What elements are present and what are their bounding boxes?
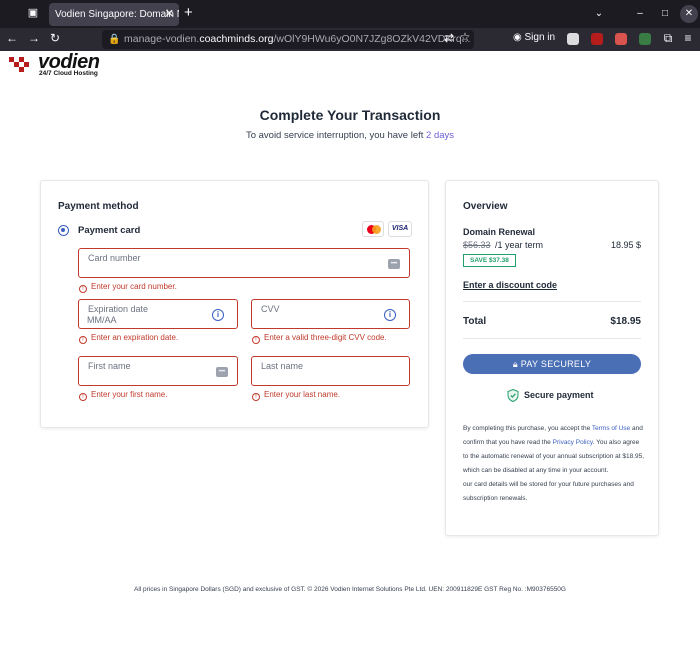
last-name-label: Last name [261,361,304,371]
ublock-icon[interactable] [591,33,603,45]
maximize-icon[interactable]: □ [656,5,674,23]
expiration-label: Expiration date [88,304,149,314]
secure-payment-label: Secure payment [524,390,594,400]
expiration-error: ! Enter an expiration date. [79,333,178,344]
new-tab-icon[interactable]: + [184,4,193,21]
forward-icon[interactable]: → [26,31,42,45]
sign-in-label: Sign in [524,32,556,43]
extension-icon[interactable] [639,33,651,45]
payment-card-label: Payment card [78,225,141,236]
discount-code-link[interactable]: Enter a discount code [463,280,557,290]
error-icon: ! [79,393,87,401]
reload-icon[interactable]: ↻ [47,31,63,45]
info-icon[interactable]: i [384,309,396,321]
extension-badge-icon[interactable] [615,33,627,45]
overview-title: Overview [463,201,508,212]
cvv-error: ! Enter a valid three-digit CVV code. [252,333,387,344]
first-name-label: First name [88,361,131,371]
card-number-field[interactable]: Card number ••• [78,248,410,278]
terms-of-use-link[interactable]: Terms of Use [592,425,630,432]
overview-panel: Overview Domain Renewal $56.33 /1 year t… [445,180,659,536]
mastercard-icon [362,221,384,237]
pay-button-label: PAY SECURELY [520,359,592,369]
page-title: Complete Your Transaction [259,107,441,123]
logo-tagline: 24/7 Cloud Hosting [39,70,98,77]
tab-title: Vodien Singapore: Domain N [55,9,179,20]
card-number-error: ! Enter your card number. [79,282,177,293]
payment-method-title: Payment method [58,201,139,212]
close-window-icon[interactable]: ✕ [680,5,698,23]
url-domain: coachminds.org [199,33,274,45]
url-prefix: manage-vodien. [124,33,200,45]
first-name-field[interactable]: First name ••• [78,356,238,386]
sign-in-button[interactable]: ◉ Sign in [513,32,555,43]
browser-tab[interactable]: Vodien Singapore: Domain N ✕ [49,3,179,26]
lock-icon: 🔒︎ [512,359,518,369]
old-price: $56.33 [463,240,491,250]
shield-check-icon [507,389,519,402]
page-subtitle: To avoid service interruption, you have … [0,130,700,141]
payment-method-panel: Payment method Payment card VISA Card nu… [40,180,429,428]
error-icon: ! [252,336,260,344]
cvv-label: CVV [261,304,280,314]
chevron-down-icon[interactable]: ⌄ [590,5,608,23]
divider [463,301,641,302]
menu-icon[interactable]: ≡ [680,31,696,45]
back-icon[interactable]: ← [4,31,20,45]
error-icon: ! [79,285,87,293]
close-tab-icon[interactable]: ✕ [165,3,174,26]
last-name-error: ! Enter your last name. [252,390,340,401]
days-left: 2 days [426,130,455,141]
info-icon[interactable]: i [212,309,224,321]
extensions-icon[interactable]: ⧉ [660,31,676,46]
pay-securely-button[interactable]: 🔒︎ PAY SECURELY [463,354,641,374]
first-name-error: ! Enter your first name. [79,390,167,401]
item-name: Domain Renewal [463,227,536,237]
total-label: Total [463,316,487,327]
legal-text: By completing this purchase, you accept … [463,425,645,502]
cvv-field[interactable]: CVV i [251,299,410,329]
tab-list-icon[interactable]: ▣ [26,6,40,20]
browser-nav-bar: ← → ↻ 🔒 manage-vodien.coachminds.org/wOl… [0,28,700,51]
save-badge: SAVE $37.38 [463,254,516,267]
url-bar[interactable]: 🔒 manage-vodien.coachminds.org/wOlY9HWu6… [102,30,474,49]
autofill-icon: ••• [216,367,228,377]
last-name-field[interactable]: Last name [251,356,410,386]
item-price: 18.95 $ [610,240,641,250]
visa-icon: VISA [388,221,412,237]
translate-icon[interactable]: ⇄ [441,31,457,45]
minimize-icon[interactable]: – [631,5,649,23]
card-icon: ••• [388,259,400,269]
card-number-label: Card number [88,253,141,263]
expiration-date-field[interactable]: Expiration date MM/AA i [78,299,238,329]
browser-tab-bar: ▣ Vodien Singapore: Domain N ✕ + ⌄ – □ ✕ [0,0,700,28]
vodien-logo-icon[interactable] [9,57,35,77]
total-value: $18.95 [610,316,641,327]
error-icon: ! [79,336,87,344]
expiration-placeholder: MM/AA [87,315,117,325]
bookmark-star-icon[interactable]: ☆ [457,30,473,44]
subtitle-text: To avoid service interruption, you have … [245,130,424,141]
privacy-policy-link[interactable]: Privacy Policy [553,439,593,446]
lock-icon: 🔒 [108,34,121,45]
error-icon: ! [252,393,260,401]
page-footer: All prices in Singapore Dollars (SGD) an… [134,586,566,593]
payment-card-radio[interactable] [58,225,69,236]
divider [463,338,641,339]
extensions-grid-icon[interactable] [567,33,579,45]
term-label: /1 year term [495,240,544,250]
